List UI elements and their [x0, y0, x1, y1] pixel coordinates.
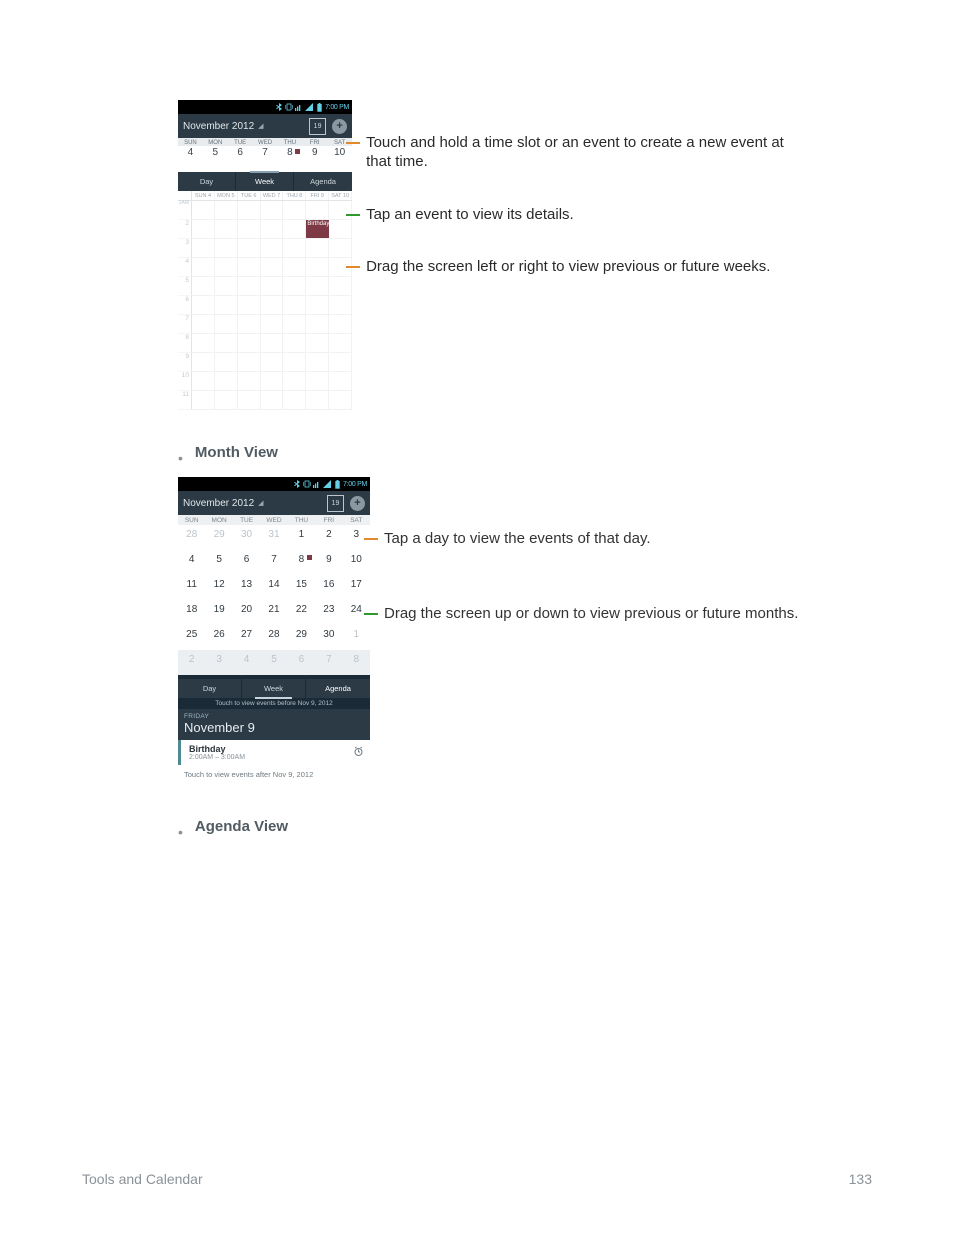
view-tabs: Day Week Agenda — [178, 172, 352, 191]
month-day-cell[interactable]: 31 — [260, 525, 287, 550]
month-day-cell[interactable]: 6 — [233, 550, 260, 575]
week-event[interactable]: Birthday — [306, 220, 329, 238]
month-day-cell[interactable]: 3 — [205, 650, 232, 675]
week-day-labels: SUNMONTUEWEDTHUFRISAT — [178, 138, 352, 146]
selected-day-header: FRIDAY November 9 — [178, 709, 370, 740]
calendar-titlebar: November 2012 ◢ 19 + — [178, 114, 352, 138]
annotation-text: Drag the screen up or down to view previ… — [384, 605, 798, 622]
month-day-cell[interactable]: 28 — [178, 525, 205, 550]
month-day-cell[interactable]: 6 — [288, 650, 315, 675]
month-day-cell[interactable]: 1 — [288, 525, 315, 550]
signal-icon — [323, 480, 331, 488]
battery-icon — [333, 480, 341, 488]
month-day-cell[interactable]: 8 — [288, 550, 315, 575]
tab-agenda[interactable]: Agenda — [306, 679, 370, 698]
annotation-text: Touch and hold a time slot or an event t… — [366, 134, 784, 170]
phone-month-view: 7:00 PM November 2012 ◢ 19 + SUNMONTUEWE… — [178, 477, 370, 784]
touch-after-hint[interactable]: Touch to view events after Nov 9, 2012 — [178, 765, 370, 784]
month-day-cell[interactable]: 18 — [178, 600, 205, 625]
annotation-text: Tap a day to view the events of that day… — [384, 530, 651, 547]
month-day-cell[interactable]: 5 — [260, 650, 287, 675]
month-day-cell[interactable]: 15 — [288, 575, 315, 600]
month-day-cell[interactable]: 22 — [288, 600, 315, 625]
alarm-icon — [353, 746, 364, 760]
tab-week[interactable]: Week — [236, 172, 294, 191]
month-day-cell[interactable]: 20 — [233, 600, 260, 625]
today-button[interactable]: 19 — [327, 495, 344, 512]
add-event-button[interactable]: + — [350, 496, 365, 511]
tab-agenda[interactable]: Agenda — [294, 172, 352, 191]
section-agenda-view: Agenda View — [178, 812, 804, 851]
calendar-titlebar: November 2012 ◢ 19 + — [178, 491, 370, 515]
battery-icon — [315, 103, 323, 111]
annotation-text: Tap an event to view its details. — [366, 206, 574, 223]
month-day-cell[interactable]: 7 — [260, 550, 287, 575]
month-day-cell[interactable]: 29 — [288, 625, 315, 650]
event-row[interactable]: Birthday 2:00AM – 3:00AM — [178, 740, 370, 765]
status-time: 7:00 PM — [343, 481, 367, 488]
vibrate-icon — [285, 103, 293, 111]
status-bar: 7:00 PM — [178, 477, 370, 491]
today-button[interactable]: 19 — [309, 118, 326, 135]
month-day-cell[interactable]: 2 — [315, 525, 342, 550]
bluetooth-icon — [293, 480, 301, 488]
event-title: Birthday — [189, 744, 245, 754]
phone-week-view: 7:00 PM November 2012 ◢ 19 + SUNMONTUEWE… — [178, 100, 352, 410]
dropdown-icon: ◢ — [258, 499, 263, 507]
month-grid[interactable]: SUNMONTUEWEDTHUFRISAT 282930311234567891… — [178, 515, 370, 675]
bluetooth-icon — [275, 103, 283, 111]
week-annotations: Touch and hold a time slot or an event t… — [360, 100, 804, 311]
view-tabs: Day Week Agenda — [178, 679, 370, 698]
status-time: 7:00 PM — [325, 104, 349, 111]
month-day-cell[interactable]: 12 — [205, 575, 232, 600]
month-day-cell[interactable]: 26 — [205, 625, 232, 650]
signal-icon — [305, 103, 313, 111]
month-day-cell[interactable]: 29 — [205, 525, 232, 550]
month-day-cell[interactable]: 8 — [343, 650, 370, 675]
dropdown-icon: ◢ — [258, 122, 263, 130]
month-day-cell[interactable]: 13 — [233, 575, 260, 600]
section-month-view: Month View — [178, 438, 804, 477]
month-day-cell[interactable]: 4 — [178, 550, 205, 575]
network-icon — [313, 480, 321, 488]
month-annotations: Tap a day to view the events of that day… — [378, 477, 798, 658]
event-time: 2:00AM – 3:00AM — [189, 754, 245, 761]
tab-day[interactable]: Day — [178, 172, 236, 191]
month-day-cell[interactable]: 30 — [233, 525, 260, 550]
month-day-cell[interactable]: 11 — [178, 575, 205, 600]
month-day-cell[interactable]: 10 — [343, 550, 370, 575]
vibrate-icon — [303, 480, 311, 488]
month-day-cell[interactable]: 21 — [260, 600, 287, 625]
week-day-numbers: 45678910 — [178, 146, 352, 172]
month-day-cell[interactable]: 27 — [233, 625, 260, 650]
tab-week[interactable]: Week — [242, 679, 306, 698]
month-day-cell[interactable]: 4 — [233, 650, 260, 675]
month-title[interactable]: November 2012 — [183, 498, 254, 509]
month-title[interactable]: November 2012 — [183, 121, 254, 132]
month-day-cell[interactable]: 25 — [178, 625, 205, 650]
month-day-cell[interactable]: 1 — [343, 625, 370, 650]
month-day-cell[interactable]: 30 — [315, 625, 342, 650]
week-grid[interactable]: SUN 4MON 5TUE 6WED 7THU 8FRI 9SAT 10 1AM… — [178, 191, 352, 410]
annotation-text: Drag the screen left or right to view pr… — [366, 258, 770, 275]
tab-day[interactable]: Day — [178, 679, 242, 698]
page-footer: Tools and Calendar 133 — [0, 1171, 954, 1187]
month-day-cell[interactable]: 19 — [205, 600, 232, 625]
month-day-cell[interactable]: 5 — [205, 550, 232, 575]
page-number: 133 — [849, 1171, 872, 1187]
month-day-cell[interactable]: 7 — [315, 650, 342, 675]
month-day-cell[interactable]: 17 — [343, 575, 370, 600]
month-day-cell[interactable]: 23 — [315, 600, 342, 625]
status-bar: 7:00 PM — [178, 100, 352, 114]
month-day-cell[interactable]: 28 — [260, 625, 287, 650]
footer-title: Tools and Calendar — [82, 1171, 203, 1187]
add-event-button[interactable]: + — [332, 119, 347, 134]
month-day-cell[interactable]: 2 — [178, 650, 205, 675]
network-icon — [295, 103, 303, 111]
month-day-cell[interactable]: 14 — [260, 575, 287, 600]
month-day-cell[interactable]: 9 — [315, 550, 342, 575]
touch-before-hint[interactable]: Touch to view events before Nov 9, 2012 — [178, 698, 370, 709]
month-day-cell[interactable]: 16 — [315, 575, 342, 600]
